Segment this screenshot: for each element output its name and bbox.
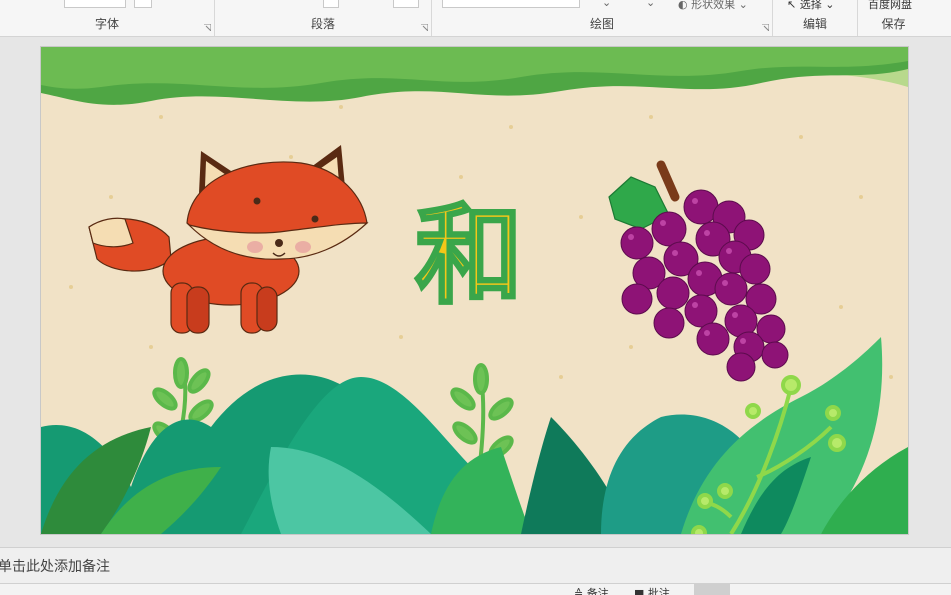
- notes-placeholder[interactable]: 单击此处添加备注: [0, 556, 110, 576]
- dialog-launcher-icon[interactable]: [204, 24, 211, 31]
- chinese-character-text[interactable]: 和: [413, 195, 524, 318]
- shapes-gallery[interactable]: [442, 0, 580, 8]
- fox-illustration: [88, 145, 369, 334]
- select-button[interactable]: ↖ 选择 ⌄: [787, 0, 834, 12]
- text-direction-button[interactable]: [323, 0, 339, 8]
- clear-format-button[interactable]: [134, 0, 152, 8]
- zoom-slider[interactable]: [896, 584, 916, 595]
- slide-canvas[interactable]: 和: [40, 46, 909, 535]
- zoom-out-button[interactable]: [858, 584, 880, 595]
- normal-view-button[interactable]: [694, 584, 730, 595]
- slide-editor-pane: 和: [0, 37, 951, 547]
- font-size-box[interactable]: [64, 0, 126, 8]
- cursor-icon: ↖: [787, 0, 797, 11]
- paragraph-group-label: 段落: [310, 17, 335, 31]
- select-label: 选择: [799, 0, 822, 11]
- shape-effects-button[interactable]: ◐ 形状效果 ⌄: [678, 0, 748, 12]
- editing-group: ↖ 选择 ⌄ 编辑: [773, 0, 858, 36]
- paragraph-group: 段落: [215, 0, 432, 36]
- dialog-launcher-icon[interactable]: [762, 24, 769, 31]
- shapes-gallery-icons: [443, 0, 579, 7]
- slide-sorter-view-button[interactable]: [736, 584, 772, 595]
- notes-pane[interactable]: 单击此处添加备注: [0, 547, 951, 583]
- quick-styles-dropdown-icon[interactable]: ⌄: [646, 0, 655, 9]
- save-group-label: 保存: [881, 17, 906, 31]
- shape-effects-label: 形状效果: [691, 0, 736, 11]
- editing-group-label: 编辑: [802, 17, 827, 31]
- grapes-illustration: [608, 160, 789, 382]
- baidu-netdisk-button[interactable]: 百度网盘: [868, 0, 912, 12]
- font-group: 字体: [0, 0, 215, 36]
- status-bar: ≙ 备注 ■ 批注: [0, 583, 951, 595]
- arrange-dropdown-icon[interactable]: ⌄: [602, 0, 611, 9]
- drawing-group: ⌄ ⌄ ◐ 形状效果 ⌄ 绘图: [432, 0, 773, 36]
- font-group-label: 字体: [94, 17, 119, 31]
- reading-view-button[interactable]: [776, 584, 812, 595]
- drawing-group-label: 绘图: [589, 17, 614, 31]
- dialog-launcher-icon[interactable]: [421, 24, 428, 31]
- ribbon: 字体 段落 ⌄ ⌄ ◐ 形状效果 ⌄ 绘图 ↖ 选择 ⌄ 编辑 百度网盘 保存: [0, 0, 951, 37]
- slideshow-view-button[interactable]: [816, 584, 852, 595]
- save-group: 百度网盘 保存: [858, 0, 951, 36]
- smartart-button[interactable]: [393, 0, 419, 8]
